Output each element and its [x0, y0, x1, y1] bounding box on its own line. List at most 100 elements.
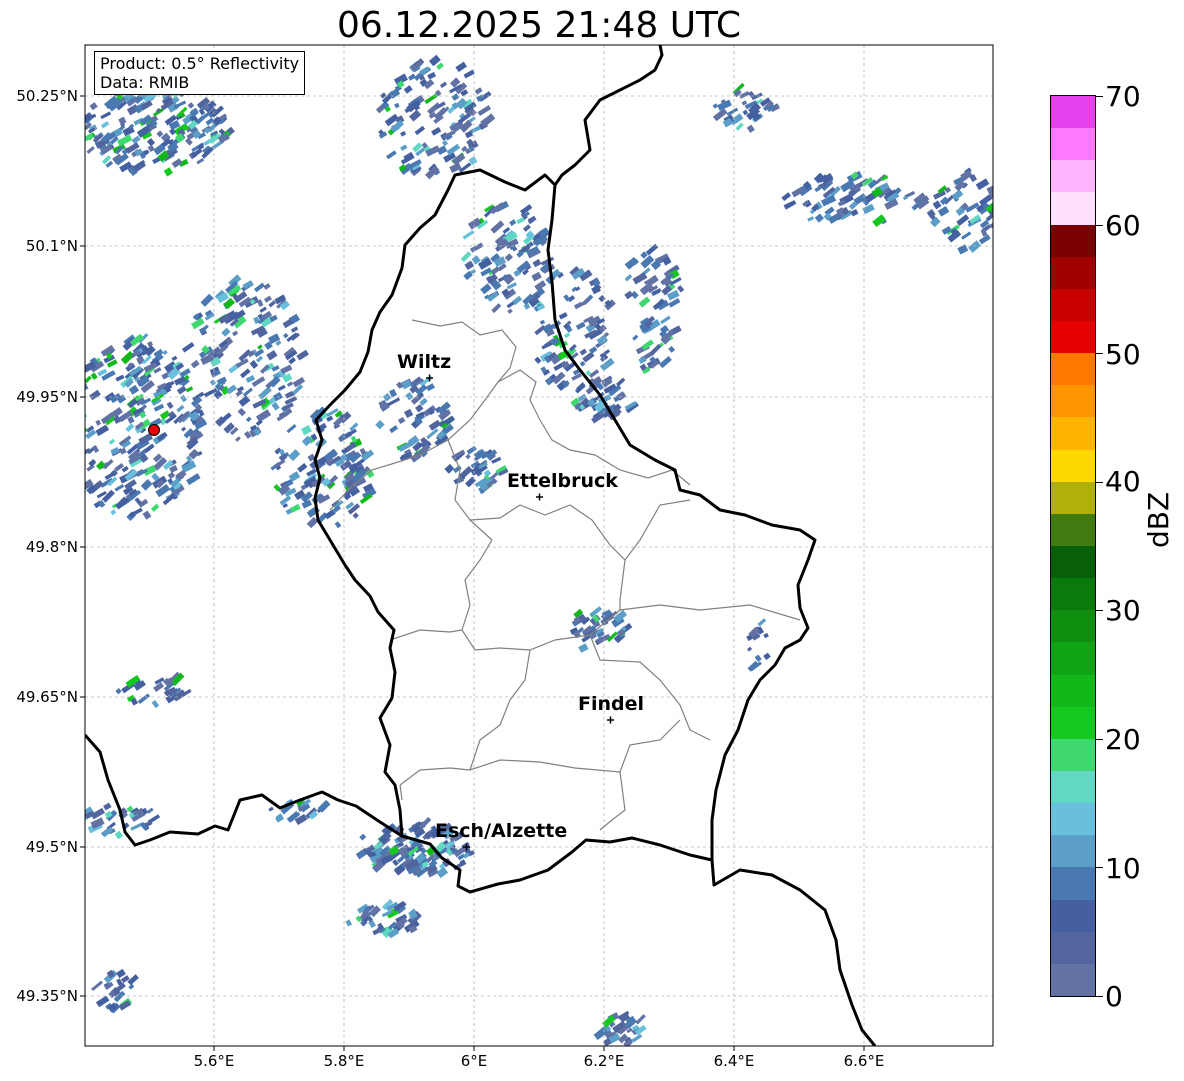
colorbar-segment	[1051, 706, 1095, 739]
echo-cell	[115, 688, 122, 695]
echo-cell	[400, 144, 408, 151]
echo-cell	[268, 806, 274, 812]
echo-cell	[221, 327, 231, 337]
echo-cell	[807, 216, 815, 222]
echo-cell	[85, 476, 86, 485]
colorbar-segment	[1051, 803, 1095, 836]
canton-boundaries	[329, 319, 801, 831]
echo-cell	[531, 271, 542, 282]
echo-cell	[72, 437, 82, 446]
echo-cell	[334, 521, 342, 529]
echo-cell	[142, 510, 152, 520]
graticule	[85, 45, 993, 1046]
echo-cell	[763, 632, 769, 639]
echo-cell	[428, 419, 442, 431]
echo-cell	[128, 983, 135, 990]
echo-cell	[103, 802, 112, 811]
echo-cell	[986, 182, 993, 195]
echo-cell	[66, 457, 76, 466]
echo-cell	[490, 220, 505, 234]
echo-cell	[186, 473, 201, 486]
echo-cell	[146, 137, 156, 147]
lon-label: 6°E	[460, 1052, 488, 1070]
echo-cell	[283, 332, 289, 339]
lon-label: 6.6°E	[843, 1052, 885, 1070]
echo-cell	[89, 389, 101, 401]
echo-cell	[616, 377, 626, 387]
echo-cell	[424, 93, 438, 105]
colorbar	[1050, 95, 1096, 997]
echo-cell	[114, 484, 125, 492]
echo-cell	[85, 410, 88, 421]
echo-cell	[660, 315, 671, 325]
echo-cell	[404, 408, 414, 419]
colorbar-segment	[1051, 288, 1095, 321]
echo-cell	[431, 126, 442, 136]
echo-cell	[504, 253, 514, 262]
echo-cell	[117, 134, 133, 147]
echo-cell	[288, 449, 301, 462]
echo-cell	[176, 385, 187, 395]
echo-cell	[256, 355, 264, 363]
echo-cell	[74, 439, 84, 448]
echo-cell	[522, 224, 531, 232]
echo-cell	[110, 509, 117, 516]
echo-cell	[151, 700, 160, 709]
echo-cell	[763, 652, 771, 661]
echo-cell	[187, 102, 195, 109]
echo-cell	[436, 62, 444, 70]
echo-cell	[68, 454, 75, 461]
echo-cell	[75, 426, 84, 435]
product-info-box: Product: 0.5° Reflectivity Data: RMIB	[94, 51, 306, 95]
echo-cell	[645, 243, 659, 256]
echo-cell	[956, 214, 970, 226]
colorbar-segment	[1051, 545, 1095, 579]
echo-cell	[85, 427, 88, 439]
echo-cell	[464, 260, 475, 270]
echo-cell	[389, 425, 399, 434]
echo-cell	[67, 406, 80, 418]
lat-label: 49.5°N	[25, 838, 78, 856]
echo-cell	[64, 423, 77, 434]
colorbar-tick	[1096, 353, 1103, 355]
echo-cell	[74, 465, 80, 471]
echo-cell	[116, 968, 126, 979]
echo-cell	[181, 426, 187, 432]
echo-cell	[127, 974, 139, 986]
echo-cell	[286, 381, 294, 387]
echo-cell	[163, 167, 173, 177]
echo-cell	[277, 384, 286, 392]
echo-cell	[408, 73, 416, 81]
colorbar-tick	[1096, 738, 1103, 740]
echo-cell	[480, 283, 492, 295]
city-label-findel: Findel	[578, 693, 645, 715]
echo-cell	[575, 286, 581, 292]
echo-cell	[359, 833, 367, 841]
echo-cell	[258, 386, 272, 400]
echo-cell	[296, 349, 309, 361]
echo-cell	[68, 443, 80, 453]
echo-cell	[62, 431, 77, 441]
colorbar-segment	[1051, 96, 1095, 129]
colorbar-segment	[1051, 192, 1095, 225]
colorbar-tick-label: 50	[1105, 338, 1141, 371]
echo-cell	[638, 296, 651, 308]
echo-cell	[95, 419, 102, 426]
echo-cell	[509, 219, 517, 227]
echo-cell	[162, 349, 168, 356]
echo-cell	[263, 283, 271, 290]
echo-cell	[128, 384, 140, 395]
echo-cell	[245, 416, 252, 423]
echo-cell	[86, 146, 95, 154]
echo-cell	[436, 866, 449, 879]
lat-label: 49.65°N	[16, 688, 78, 706]
echo-cell	[64, 409, 73, 418]
echo-cell	[85, 459, 86, 471]
echo-cell	[534, 356, 542, 364]
echo-cell	[850, 208, 859, 217]
echo-cell	[263, 295, 272, 303]
echo-cell	[444, 463, 455, 474]
echo-cell	[453, 465, 462, 474]
echo-cell	[61, 417, 72, 428]
echo-cell	[297, 463, 308, 473]
